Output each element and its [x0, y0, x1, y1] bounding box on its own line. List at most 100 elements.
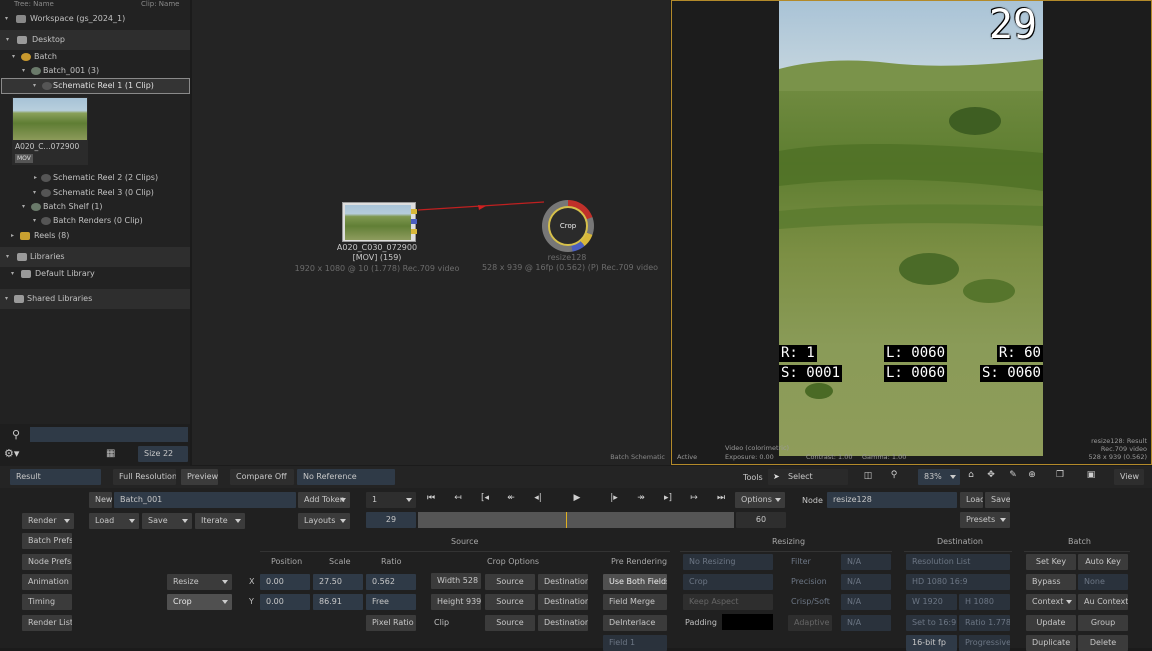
keep-aspect-button[interactable]: Keep Aspect [683, 594, 773, 610]
tree-column-header[interactable]: Tree: Name [14, 0, 54, 8]
add-token-button[interactable]: Add Token [298, 492, 350, 508]
home-icon[interactable]: ⌂ [964, 470, 978, 480]
height-destination-button[interactable]: Destination [538, 594, 588, 610]
search-icon[interactable]: ⚲ [4, 428, 28, 442]
clip-destination-button[interactable]: Destination [538, 615, 588, 631]
collapse-icon[interactable]: ▾ [22, 64, 25, 78]
grid-view-icon[interactable]: ▦ [106, 446, 122, 461]
crop-mode-select[interactable]: Crop [683, 574, 773, 590]
expand-icon[interactable]: ▸ [11, 229, 14, 243]
crop-width-field[interactable]: Width 528 [431, 573, 481, 589]
collapse-icon[interactable]: ▾ [33, 186, 36, 200]
crop-height-field[interactable]: Height 939 [431, 594, 481, 610]
options-button[interactable]: Options [735, 492, 785, 508]
schematic-reel-1-row[interactable]: ▾ Schematic Reel 1 (1 Clip) [1, 78, 190, 94]
collapse-icon[interactable]: ▾ [6, 247, 9, 267]
clip-column-header[interactable]: Clip: Name [141, 0, 179, 8]
split-view-icon[interactable]: ◫ [861, 471, 875, 481]
batch-shelf-row[interactable]: ▾ Batch Shelf (1) [0, 200, 190, 214]
load-batch-button[interactable]: Load [89, 513, 139, 529]
bypass-mode-select[interactable]: None [1078, 574, 1128, 590]
schematic-reel-2-row[interactable]: ▸ Schematic Reel 2 (2 Clips) [0, 171, 190, 185]
width-source-button[interactable]: Source [485, 574, 535, 590]
new-batch-button[interactable]: New [89, 492, 112, 508]
resolution-list-select[interactable]: Resolution List [906, 554, 1010, 570]
batch-schematic[interactable]: A020_C030_072900 [MOV] (159) 1920 x 1080… [192, 0, 670, 465]
go-to-start-icon[interactable]: ⏮ [424, 493, 438, 503]
timeline-bar[interactable] [418, 512, 734, 528]
search-input[interactable] [30, 427, 188, 442]
deinterlace-button[interactable]: DeInterlace [603, 615, 667, 631]
collapse-icon[interactable]: ▾ [5, 12, 8, 26]
pan-icon[interactable]: ✥ [984, 470, 998, 480]
desktop-row[interactable]: ▾ Desktop [0, 30, 190, 50]
zoom-icon[interactable]: ⚲ [887, 470, 901, 480]
timing-button[interactable]: Timing [22, 594, 72, 610]
batch-row[interactable]: ▾ Batch [0, 50, 190, 64]
previous-edit-icon[interactable]: ↞ [504, 493, 518, 503]
layers-icon[interactable]: ❐ [1053, 470, 1067, 480]
position-y-field[interactable]: 0.00 [260, 594, 310, 610]
use-both-fields-button[interactable]: Use Both Fields [603, 574, 667, 590]
update-button[interactable]: Update [1026, 615, 1076, 631]
preview-button[interactable]: Preview [181, 469, 218, 485]
eyedropper-icon[interactable]: ✎ [1006, 470, 1020, 480]
compare-off-button[interactable]: Compare Off [230, 469, 294, 485]
gear-icon[interactable]: ⚙▾ [4, 446, 28, 461]
au-context-button[interactable]: Au Context [1078, 594, 1128, 610]
delete-button[interactable]: Delete [1078, 635, 1128, 651]
workspace-row[interactable]: ▾ Workspace (gs_2024_1) [0, 12, 190, 26]
set-to-button[interactable]: Set to 16:9 [906, 615, 957, 631]
result-view-select[interactable]: Result [10, 469, 101, 485]
destination-width-field[interactable]: W 1920 [906, 594, 957, 610]
crosshair-icon[interactable]: ⊕ [1025, 470, 1039, 480]
schematic-reel-3-row[interactable]: ▾ Schematic Reel 3 (0 Clip) [0, 186, 190, 200]
mark-out-icon[interactable]: ▸] [661, 493, 675, 503]
reels-row[interactable]: ▸ Reels (8) [0, 229, 190, 243]
display-mode-icon[interactable]: ▣ [1084, 470, 1098, 480]
set-key-button[interactable]: Set Key [1026, 554, 1076, 570]
ratio-field[interactable]: 0.562 [366, 574, 416, 590]
presets-button[interactable]: Presets [960, 512, 1010, 528]
bit-depth-select[interactable]: 16-bit fp [906, 635, 957, 651]
batch-renders-row[interactable]: ▾ Batch Renders (0 Clip) [0, 214, 190, 228]
next-edit-icon[interactable]: ↠ [634, 493, 648, 503]
zoom-select[interactable]: 83% [918, 469, 960, 485]
collapse-icon[interactable]: ▾ [11, 267, 14, 281]
size-field[interactable]: Size 22 [138, 446, 188, 462]
expand-icon[interactable]: ▸ [34, 171, 37, 185]
hd-preset-select[interactable]: HD 1080 16:9 [906, 574, 1010, 590]
animation-button[interactable]: Animation [22, 574, 72, 590]
clip-output-matte[interactable] [411, 219, 417, 224]
default-library-row[interactable]: ▾ Default Library [0, 267, 190, 281]
scan-mode-select[interactable]: Progressive [959, 635, 1010, 651]
batch-name-field[interactable]: Batch_001 [114, 492, 296, 508]
precision-field[interactable]: N/A [841, 574, 891, 590]
bypass-button[interactable]: Bypass [1026, 574, 1076, 590]
step-forward-icon[interactable]: |▸ [607, 493, 621, 503]
libraries-row[interactable]: ▾ Libraries [0, 247, 190, 267]
play-icon[interactable]: ▶ [570, 493, 584, 503]
step-back-icon[interactable]: ◂| [531, 493, 545, 503]
adaptive-field[interactable]: N/A [841, 615, 891, 631]
auto-key-button[interactable]: Auto Key [1078, 554, 1128, 570]
clip-output-alpha[interactable] [411, 229, 417, 234]
clip-node[interactable] [342, 202, 417, 242]
crop-node[interactable]: Crop [542, 200, 594, 252]
end-frame-field[interactable]: 60 [736, 512, 786, 528]
destination-ratio-field[interactable]: Ratio 1.778 [959, 615, 1010, 631]
next-key-icon[interactable]: ↦ [687, 493, 701, 503]
field-merge-button[interactable]: Field Merge [603, 594, 667, 610]
crop-tab[interactable]: Crop [167, 594, 232, 610]
node-load-button[interactable]: Load [960, 492, 983, 508]
current-frame-field[interactable]: 29 [366, 512, 416, 528]
position-x-field[interactable]: 0.00 [260, 574, 310, 590]
width-destination-button[interactable]: Destination [538, 574, 588, 590]
collapse-icon[interactable]: ▾ [33, 214, 36, 228]
previous-key-icon[interactable]: ↤ [451, 493, 465, 503]
context-button[interactable]: Context [1026, 594, 1076, 610]
mark-in-icon[interactable]: [◂ [478, 493, 492, 503]
link-line[interactable] [416, 198, 546, 218]
save-batch-button[interactable]: Save [142, 513, 192, 529]
collapse-icon[interactable]: ▾ [5, 289, 8, 309]
